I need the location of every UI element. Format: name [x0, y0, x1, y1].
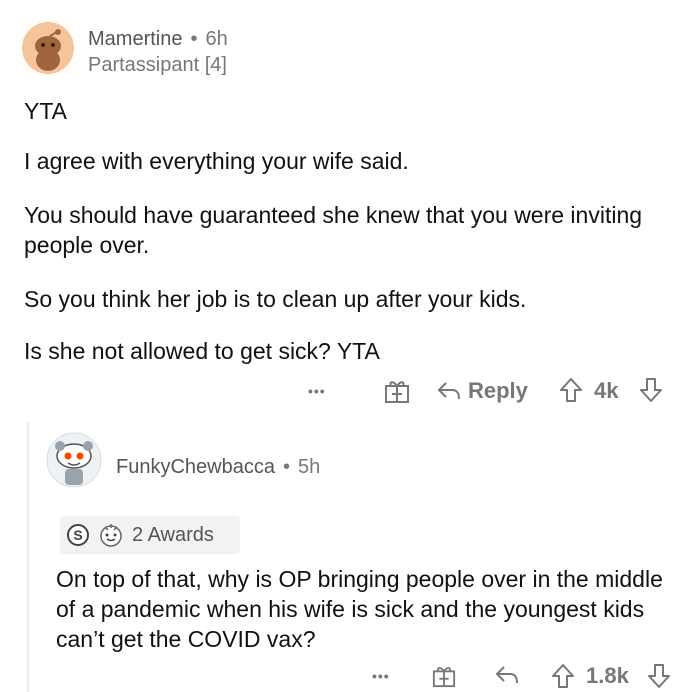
user-flair: Partassipant [4]: [88, 54, 227, 76]
svg-text:S: S: [73, 527, 82, 543]
reply-button[interactable]: [494, 664, 520, 686]
comment-paragraph: I agree with everything your wife said.: [24, 148, 409, 174]
separator-dot: •: [282, 456, 290, 478]
gift-icon: [385, 381, 409, 403]
gift-icon: [432, 667, 456, 688]
separator-dot: •: [190, 28, 198, 50]
comment-header: FunkyChewbacca • 5h: [116, 456, 320, 479]
vote-score: 1.8k: [586, 663, 629, 688]
vote-score: 4k: [594, 378, 619, 403]
awards-count: 2 Awards: [132, 523, 214, 546]
downvote-icon: [640, 378, 662, 402]
give-award-button[interactable]: [432, 664, 456, 688]
upvote-icon: [560, 378, 582, 402]
upvote-icon: [552, 664, 574, 688]
comment-paragraph: YTA: [24, 98, 68, 124]
avatar-funkychewbacca[interactable]: [46, 432, 102, 488]
timestamp: 6h: [205, 28, 228, 50]
username[interactable]: Mamertine: [88, 28, 182, 51]
downvote-icon: [648, 664, 670, 688]
give-award-button[interactable]: [384, 378, 410, 404]
downvote-button[interactable]: [646, 662, 672, 690]
awards-badge[interactable]: S 2 Awards: [60, 516, 240, 554]
comment-body: On top of that, why is OP bringing peopl…: [56, 566, 663, 652]
silver-award-icon: S: [67, 524, 89, 546]
more-options-button[interactable]: •••: [372, 662, 390, 690]
comment-paragraph: You should have guaranteed she knew that…: [24, 202, 643, 258]
reply-icon: [437, 382, 460, 400]
comment-header: Mamertine • 6h: [88, 28, 228, 51]
reply-button[interactable]: Reply: [436, 376, 528, 406]
downvote-button[interactable]: [638, 376, 664, 404]
avatar-mamertine[interactable]: [22, 22, 74, 74]
snoo-avatar-icon: [22, 22, 74, 74]
upvote-button[interactable]: [550, 662, 576, 690]
reply-icon: [495, 666, 518, 684]
wholesome-award-icon: [100, 524, 122, 547]
more-icon: •••: [308, 383, 326, 399]
comment-paragraph: Is she not allowed to get sick? YTA: [24, 338, 380, 364]
snoo-avatar-icon: [46, 432, 102, 488]
upvote-button[interactable]: [558, 376, 584, 404]
username[interactable]: FunkyChewbacca: [116, 456, 275, 479]
comment-paragraph: So you think her job is to clean up afte…: [24, 286, 527, 312]
thread-line[interactable]: [27, 422, 29, 692]
reply-label: Reply: [468, 378, 528, 403]
timestamp: 5h: [297, 456, 321, 478]
more-icon: •••: [372, 668, 390, 684]
more-options-button[interactable]: •••: [308, 376, 326, 406]
